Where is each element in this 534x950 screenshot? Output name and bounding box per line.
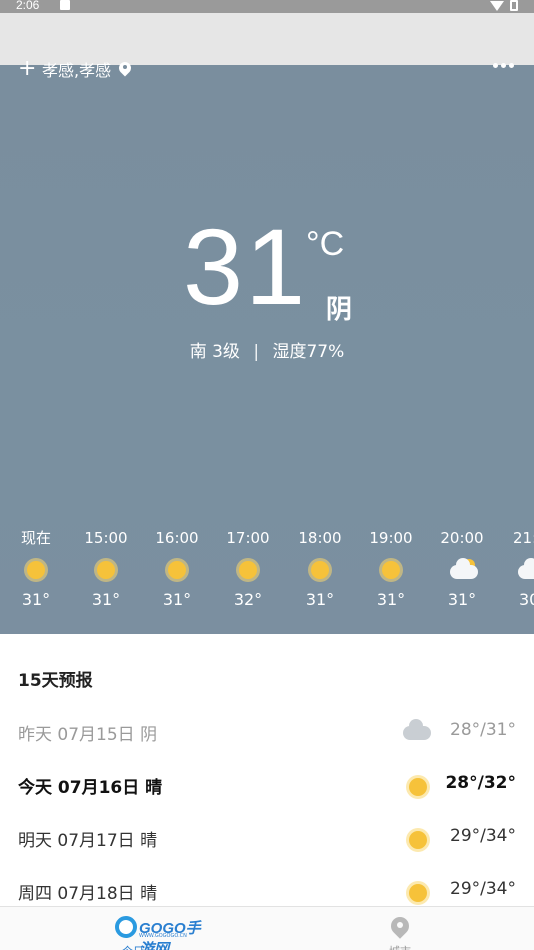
location-pin-icon bbox=[119, 62, 131, 76]
forecast-row[interactable]: 昨天 07月15日 阴 28°/31° bbox=[0, 718, 534, 748]
hour-temp: 32° bbox=[233, 590, 263, 609]
hourly-item: 17:00 32° bbox=[218, 527, 278, 611]
hour-time: 16:00 bbox=[155, 529, 199, 547]
forecast-day-label: 今天 07月16日 晴 bbox=[18, 778, 163, 798]
forecast-row[interactable]: 今天 07月16日 晴 28°/32° bbox=[0, 773, 534, 801]
location-name[interactable]: 孝感,孝感 bbox=[42, 57, 111, 81]
hourly-item: 21:00 30° bbox=[503, 527, 534, 611]
hour-time: 19:00 bbox=[369, 529, 413, 547]
sun-icon bbox=[164, 557, 190, 583]
city-tab-icon[interactable] bbox=[390, 917, 410, 939]
forecast-range: 28°/32° bbox=[445, 773, 516, 793]
notification-icon bbox=[60, 0, 70, 10]
home-tab[interactable]: GOGO手游网 WWW.GOGOGO.CN bbox=[115, 916, 215, 950]
forecast-range: 29°/34° bbox=[450, 826, 516, 846]
hour-time: 17:00 bbox=[226, 529, 270, 547]
partly-cloudy-icon bbox=[449, 557, 478, 583]
hourly-item: 15:00 31° bbox=[76, 527, 136, 611]
forecast-day-label: 明天 07月17日 晴 bbox=[18, 831, 158, 851]
add-city-icon[interactable]: + bbox=[18, 58, 36, 80]
sun-icon bbox=[402, 824, 432, 854]
daily-forecast-panel: 15天预报 昨天 07月15日 阴 28°/31° 今天 07月16日 晴 28… bbox=[0, 634, 534, 906]
hour-temp: 31° bbox=[305, 590, 335, 609]
bottom-navigation: GOGO手游网 WWW.GOGOGO.CN 今日 城市 bbox=[0, 906, 534, 950]
sun-icon bbox=[402, 877, 432, 907]
home-tab-label[interactable]: 今日 bbox=[122, 943, 144, 950]
battery-icon bbox=[510, 0, 518, 11]
hour-time: 15:00 bbox=[84, 529, 128, 547]
wind-humidity-row: 南 3级 | 湿度77% bbox=[0, 337, 534, 362]
gogo-logo-icon bbox=[115, 916, 137, 938]
city-tab-label[interactable]: 城市 bbox=[389, 943, 411, 950]
wind-text: 南 3级 bbox=[189, 342, 240, 362]
status-bar: 2:06 bbox=[0, 0, 534, 13]
cloud-icon bbox=[402, 718, 432, 748]
sun-icon bbox=[378, 557, 404, 583]
cloud-icon bbox=[517, 557, 534, 583]
hour-temp: 31° bbox=[376, 590, 406, 609]
forecast-day-label: 昨天 07月15日 阴 bbox=[18, 725, 158, 745]
hour-time: 18:00 bbox=[298, 529, 342, 547]
hour-time: 21:00 bbox=[513, 529, 534, 547]
hour-temp: 31° bbox=[91, 590, 121, 609]
hour-temp: 31° bbox=[21, 590, 51, 609]
hourly-item: 20:00 31° bbox=[432, 527, 492, 611]
forecast-range: 29°/34° bbox=[450, 879, 516, 899]
status-time: 2:06 bbox=[16, 0, 40, 12]
forecast-row[interactable]: 周四 07月18日 晴 29°/34° bbox=[0, 879, 534, 907]
hour-time: 20:00 bbox=[440, 529, 484, 547]
sun-icon bbox=[93, 557, 119, 583]
sun-icon bbox=[402, 771, 432, 801]
wifi-icon bbox=[490, 1, 504, 11]
hourly-item: 18:00 31° bbox=[290, 527, 350, 611]
temperature-unit: °C bbox=[306, 225, 345, 263]
forecast-title: 15天预报 bbox=[18, 671, 93, 691]
current-condition: 阴 bbox=[326, 295, 353, 325]
hour-temp: 31° bbox=[162, 590, 192, 609]
humidity-text: 湿度77% bbox=[272, 342, 345, 362]
hourly-item: 19:00 31° bbox=[361, 527, 421, 611]
separator: | bbox=[253, 342, 260, 362]
sun-icon bbox=[307, 557, 333, 583]
hour-temp: 31° bbox=[447, 590, 477, 609]
more-menu-icon[interactable] bbox=[493, 63, 514, 68]
sun-icon bbox=[23, 557, 49, 583]
hourly-item: 现在 31° bbox=[6, 527, 66, 611]
logo-subtext: WWW.GOGOGO.CN bbox=[139, 933, 187, 939]
location-row: + 孝感,孝感 bbox=[18, 57, 131, 81]
forecast-range: 28°/31° bbox=[450, 720, 516, 740]
hour-temp: 30° bbox=[519, 590, 534, 609]
sun-icon bbox=[235, 557, 261, 583]
hour-time: 现在 bbox=[20, 529, 51, 547]
forecast-row[interactable]: 明天 07月17日 晴 29°/34° bbox=[0, 826, 534, 854]
current-temperature: 31 bbox=[183, 206, 308, 327]
current-weather-panel: + 孝感,孝感 31 °C 阴 南 3级 | 湿度77% 现在 31° 15:0… bbox=[0, 58, 534, 634]
hourly-item: 16:00 31° bbox=[147, 527, 207, 611]
forecast-day-label: 周四 07月18日 晴 bbox=[18, 884, 158, 904]
hourly-forecast[interactable]: 现在 31° 15:00 31° 16:00 31° 17:00 32° 18:… bbox=[0, 527, 534, 617]
